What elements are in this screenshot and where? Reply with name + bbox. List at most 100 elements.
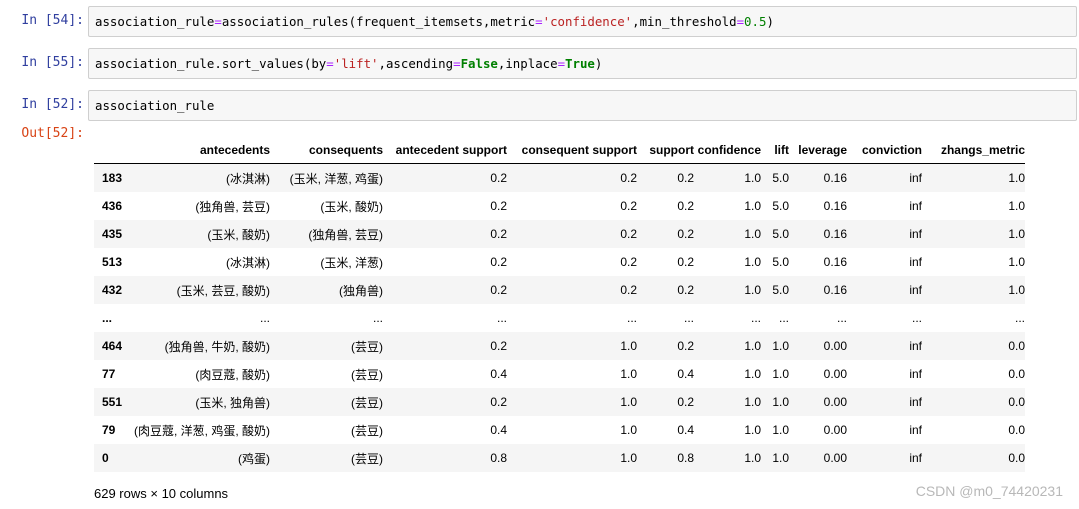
table-cell: 1.0: [620, 367, 637, 381]
table-cell: ...: [683, 311, 694, 325]
table-cell: inf: [909, 171, 922, 185]
table-cell: 0.2: [620, 255, 637, 269]
table-cell: 1.0: [744, 339, 761, 353]
table-cell: (玉米, 酸奶): [207, 227, 270, 242]
table-cell: 1.0: [620, 451, 637, 465]
table-cell: (芸豆): [351, 423, 383, 438]
table-cell: 0.2: [490, 339, 507, 353]
table-cell: 0.2: [677, 395, 694, 409]
index-header: [94, 136, 132, 164]
table-cell: 0.16: [823, 255, 847, 269]
table-cell: 1.0: [744, 395, 761, 409]
table-cell: 0.00: [823, 367, 847, 381]
table-cell: 0.2: [677, 339, 694, 353]
table-cell: inf: [909, 255, 922, 269]
table-cell: inf: [909, 199, 922, 213]
table-cell: (玉米, 酸奶): [320, 199, 383, 214]
table-cell: 0.2: [490, 227, 507, 241]
column-header: conviction: [847, 136, 922, 164]
table-cell: (芸豆): [351, 339, 383, 354]
table-cell: 0.2: [677, 171, 694, 185]
column-header: confidence: [694, 136, 761, 164]
table-cell: 1.0: [744, 367, 761, 381]
table-cell: 0.0: [1008, 339, 1025, 353]
table-cell: ...: [836, 311, 847, 325]
table-cell: (芸豆): [351, 451, 383, 466]
table-cell: inf: [909, 283, 922, 297]
code-line: association_rule: [95, 98, 214, 113]
table-cell: 0.4: [677, 367, 694, 381]
table-cell: ...: [750, 311, 761, 325]
code-token: True: [565, 56, 595, 71]
code-input[interactable]: association_rule.sort_values(by='lift',a…: [88, 48, 1077, 79]
table-cell: 0.2: [620, 283, 637, 297]
header-row: antecedents consequents antecedent support…: [94, 136, 1025, 164]
table-row: 436 (独角兽, 芸豆) (玉米, 酸奶) 0.2 0.2 0.2 1.0 5.0 0.16 i…: [94, 192, 1025, 220]
row-index: 0: [102, 451, 109, 465]
table-cell: (独角兽, 芸豆): [195, 199, 270, 214]
row-index: 77: [102, 367, 116, 381]
watermark: CSDN @m0_74420231: [915, 483, 1063, 499]
code-input[interactable]: association_rule=association_rules(frequ…: [88, 6, 1077, 37]
table-cell: (肉豆蔻, 酸奶): [195, 367, 270, 382]
code-token: ): [766, 14, 774, 29]
table-cell: 1.0: [1008, 199, 1025, 213]
table-cell: 5.0: [772, 283, 789, 297]
code-line: association_rule.sort_values(by='lift',a…: [95, 56, 602, 71]
row-index: 79: [102, 423, 116, 437]
input-prompt: In [54]:: [21, 13, 84, 28]
table-cell: 5.0: [772, 171, 789, 185]
table-cell: (独角兽): [339, 283, 383, 298]
code-line: association_rule=association_rules(frequ…: [95, 14, 774, 29]
table-cell: 5.0: [772, 199, 789, 213]
table-cell: 0.2: [620, 199, 637, 213]
table-cell: 1.0: [1008, 227, 1025, 241]
table-cell: 0.00: [823, 339, 847, 353]
column-header: antecedent support: [383, 136, 507, 164]
table-row: 551 (玉米, 独角兽) (芸豆) 0.2 1.0 0.2 1.0 1.0 0.00 inf 0.…: [94, 388, 1025, 416]
table-cell: (冰淇淋): [226, 171, 270, 186]
table-cell: 1.0: [744, 227, 761, 241]
table-cell: 1.0: [744, 451, 761, 465]
table-row: 77 (肉豆蔻, 酸奶) (芸豆) 0.4 1.0 0.4 1.0 1.0 0.00 inf 0.0: [94, 360, 1025, 388]
table-cell: 1.0: [1008, 171, 1025, 185]
table-cell: 0.2: [490, 395, 507, 409]
table-cell: 0.2: [490, 171, 507, 185]
column-header: lift: [761, 136, 789, 164]
table-cell: (独角兽, 芸豆): [308, 227, 383, 242]
column-header: antecedents: [132, 136, 270, 164]
code-token: =: [453, 56, 461, 71]
row-index: 183: [102, 171, 123, 185]
code-input[interactable]: association_rule: [88, 90, 1077, 121]
code-token: ,min_threshold: [632, 14, 737, 29]
column-header: consequents: [270, 136, 383, 164]
code-token: association_rule: [95, 98, 215, 113]
code-token: =: [535, 14, 543, 29]
code-token: False: [460, 56, 498, 71]
output-prompt: Out[52]:: [21, 126, 84, 141]
table-cell: 1.0: [620, 395, 637, 409]
table-cell: 0.8: [677, 451, 694, 465]
table-cell: 0.2: [677, 255, 694, 269]
table-cell: 5.0: [772, 255, 789, 269]
table-cell: 1.0: [620, 339, 637, 353]
code-token: association_rule.sort_values(by: [95, 56, 327, 71]
table-cell: 0.2: [490, 255, 507, 269]
table-cell: 0.4: [490, 367, 507, 381]
column-header: zhangs_metric: [922, 136, 1025, 164]
table-cell: 0.2: [620, 227, 637, 241]
table-cell: (玉米, 芸豆, 酸奶): [176, 283, 270, 298]
table-cell: ...: [778, 311, 789, 325]
dataframe-table: antecedents consequents antecedent support…: [94, 136, 1025, 472]
table-cell: 0.00: [823, 395, 847, 409]
table-row: 183 (冰淇淋) (玉米, 洋葱, 鸡蛋) 0.2 0.2 0.2 1.0 5.0 0.16 i…: [94, 163, 1025, 192]
table-cell: ...: [259, 311, 270, 325]
code-token: =: [214, 14, 222, 29]
table-cell: inf: [909, 227, 922, 241]
table-cell: ...: [911, 311, 922, 325]
code-token: =: [557, 56, 566, 71]
table-cell: ...: [372, 311, 383, 325]
table-cell: (独角兽, 牛奶, 酸奶): [164, 339, 270, 354]
table-cell: ...: [1014, 311, 1025, 325]
table-cell: 0.0: [1008, 395, 1025, 409]
